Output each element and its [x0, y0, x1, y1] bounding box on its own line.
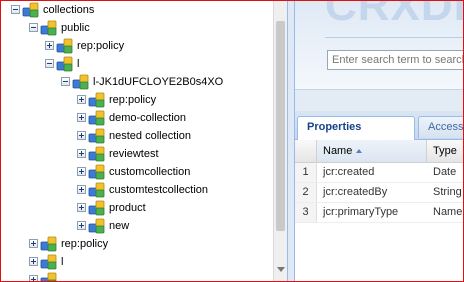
- expand-icon[interactable]: [77, 185, 86, 194]
- node-icon: [88, 218, 106, 234]
- tree-node[interactable]: public: [1, 19, 273, 37]
- tree-node[interactable]: customcollection: [1, 163, 273, 181]
- tab-strip: Properties Access: [295, 111, 463, 140]
- tree-node-label: l: [61, 256, 64, 268]
- property-name: jcr:created: [323, 166, 375, 178]
- tree-node-label: rep:policy: [109, 94, 157, 106]
- header-divider: [325, 37, 463, 38]
- tree-node[interactable]: nested collection: [1, 127, 273, 145]
- row-number: 1: [295, 163, 317, 182]
- app-logo: CRXDE: [325, 1, 463, 30]
- column-header-name[interactable]: Name: [317, 140, 427, 162]
- tree-node-label: customcollection: [109, 166, 191, 178]
- tree-node-label: product: [109, 202, 146, 214]
- expand-icon[interactable]: [29, 239, 38, 248]
- node-icon: [40, 254, 58, 270]
- node-icon: [72, 74, 90, 90]
- tree-node-label: public: [61, 22, 90, 34]
- table-row[interactable]: 1 jcr:created Date: [295, 163, 463, 183]
- expand-icon[interactable]: [45, 41, 54, 50]
- tree-node[interactable]: customtestcollection: [1, 181, 273, 199]
- tree-node[interactable]: [1, 271, 273, 281]
- tree-node[interactable]: l-JK1dUFCLOYE2B0s4XO: [1, 73, 273, 91]
- expand-icon[interactable]: [77, 203, 86, 212]
- tree-node-label: nested collection: [109, 130, 191, 142]
- row-number: 3: [295, 203, 317, 222]
- column-header-type[interactable]: Type: [427, 140, 463, 162]
- tree-node[interactable]: l: [1, 253, 273, 271]
- node-icon: [40, 20, 58, 36]
- collapse-icon[interactable]: [29, 23, 38, 32]
- table-row[interactable]: 2 jcr:createdBy String: [295, 183, 463, 203]
- repository-tree: collections public rep:policy l l-JK1dUFCLOY…: [1, 1, 273, 281]
- collapse-icon[interactable]: [61, 77, 70, 86]
- tree-node[interactable]: demo-collection: [1, 109, 273, 127]
- column-name-label: Name: [323, 145, 353, 157]
- tree-node-label: customtestcollection: [109, 184, 209, 196]
- property-name: jcr:primaryType: [323, 206, 399, 218]
- expand-icon[interactable]: [77, 149, 86, 158]
- expand-icon[interactable]: [77, 95, 86, 104]
- tree-node-label: rep:policy: [77, 40, 125, 52]
- column-type-label: Type: [433, 145, 457, 157]
- detail-pane: CRXDE Enter search term to search Proper…: [295, 1, 463, 281]
- node-icon: [88, 200, 106, 216]
- tree-node[interactable]: new: [1, 217, 273, 235]
- tree-node[interactable]: l: [1, 55, 273, 73]
- node-icon: [22, 2, 40, 18]
- app-frame: collections public rep:policy l l-JK1dUFCLOY…: [0, 0, 464, 282]
- app-header: CRXDE Enter search term to search: [295, 1, 463, 89]
- tree-node[interactable]: product: [1, 199, 273, 217]
- tree-node[interactable]: rep:policy: [1, 37, 273, 55]
- scrollbar-thumb[interactable]: [276, 21, 285, 231]
- tab-access[interactable]: Access: [418, 116, 463, 138]
- tree-node-label: l-JK1dUFCLOYE2B0s4XO: [93, 76, 224, 88]
- grid-header: Name Type: [295, 140, 463, 163]
- tree-node-label: collections: [43, 4, 95, 16]
- node-icon: [40, 236, 58, 252]
- property-name: jcr:createdBy: [323, 186, 388, 198]
- toolbar-area: [295, 89, 463, 112]
- expand-icon[interactable]: [77, 221, 86, 230]
- scroll-down-arrow-icon[interactable]: [277, 267, 285, 272]
- property-type: String: [433, 186, 462, 198]
- panel-splitter[interactable]: [287, 1, 295, 281]
- node-icon: [88, 146, 106, 162]
- tree-node[interactable]: rep:policy: [1, 91, 273, 109]
- tree-node-label: reviewtest: [109, 148, 159, 160]
- node-icon: [88, 110, 106, 126]
- collapse-icon[interactable]: [45, 59, 54, 68]
- properties-grid: Name Type 1 jcr:created Date 2 jcr:createdBy…: [295, 140, 463, 281]
- expand-icon[interactable]: [29, 275, 38, 281]
- table-row[interactable]: 3 jcr:primaryType Name: [295, 203, 463, 223]
- expand-icon[interactable]: [29, 257, 38, 266]
- tree-node-label: new: [109, 220, 130, 232]
- node-icon: [88, 164, 106, 180]
- tree-node-label: l: [77, 58, 80, 70]
- expand-icon[interactable]: [77, 167, 86, 176]
- expand-icon[interactable]: [77, 131, 86, 140]
- property-type: Name: [433, 206, 463, 218]
- node-icon: [88, 182, 106, 198]
- expand-icon[interactable]: [77, 113, 86, 122]
- node-icon: [56, 38, 74, 54]
- property-type: Date: [433, 166, 457, 178]
- tree-node-label: rep:policy: [61, 238, 109, 250]
- rownum-header: [295, 140, 317, 162]
- sort-ascending-icon: [356, 149, 363, 153]
- collapse-icon[interactable]: [11, 5, 20, 14]
- tab-properties[interactable]: Properties: [297, 116, 415, 140]
- tree-scrollbar[interactable]: [273, 1, 287, 281]
- tree-node[interactable]: rep:policy: [1, 235, 273, 253]
- search-input[interactable]: Enter search term to search: [327, 50, 463, 70]
- row-number: 2: [295, 183, 317, 202]
- node-icon: [40, 272, 58, 281]
- node-icon: [88, 92, 106, 108]
- tree-node[interactable]: collections: [1, 1, 273, 19]
- node-icon: [88, 128, 106, 144]
- node-icon: [56, 56, 74, 72]
- tree-node-label: demo-collection: [109, 112, 187, 124]
- tree-node[interactable]: reviewtest: [1, 145, 273, 163]
